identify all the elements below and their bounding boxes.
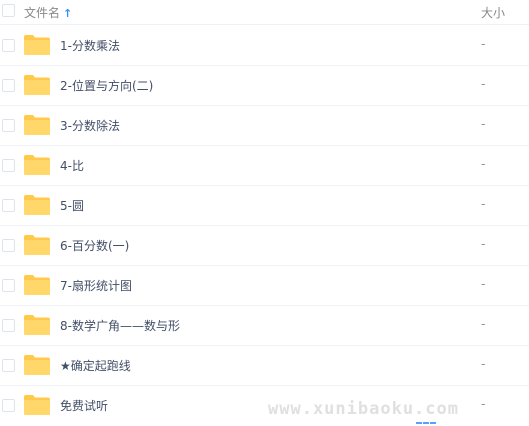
file-row[interactable]: 3-分数除法 - — [0, 105, 529, 146]
file-name[interactable]: 6-百分数(一) — [60, 237, 129, 254]
row-checkbox[interactable] — [2, 39, 15, 52]
folder-icon — [24, 75, 50, 95]
file-size: - — [481, 197, 486, 211]
file-size: - — [481, 77, 486, 91]
file-row[interactable]: ★确定起跑线 - — [0, 345, 529, 386]
file-name[interactable]: 4-比 — [60, 157, 84, 174]
file-size: - — [481, 317, 486, 331]
file-name[interactable]: 免费试听 — [60, 397, 108, 414]
dashed-marker — [416, 422, 436, 426]
file-row[interactable]: 2-位置与方向(二) - — [0, 65, 529, 106]
file-row[interactable]: 7-扇形统计图 - — [0, 265, 529, 306]
row-checkbox[interactable] — [2, 319, 15, 332]
folder-icon — [24, 355, 50, 375]
file-name[interactable]: 3-分数除法 — [60, 117, 120, 134]
column-header-name[interactable]: 文件名 ↑ — [24, 4, 72, 21]
file-row[interactable]: 5-圆 - — [0, 185, 529, 226]
row-checkbox[interactable] — [2, 79, 15, 92]
row-checkbox[interactable] — [2, 119, 15, 132]
folder-icon — [24, 395, 50, 415]
file-size: - — [481, 117, 486, 131]
file-size: - — [481, 277, 486, 291]
folder-icon — [24, 315, 50, 335]
row-checkbox[interactable] — [2, 359, 15, 372]
file-name[interactable]: 8-数学广角——数与形 — [60, 317, 180, 334]
row-checkbox[interactable] — [2, 239, 15, 252]
folder-icon — [24, 235, 50, 255]
file-size: - — [481, 357, 486, 371]
folder-icon — [24, 275, 50, 295]
folder-icon — [24, 115, 50, 135]
folder-icon — [24, 195, 50, 215]
row-checkbox[interactable] — [2, 279, 15, 292]
watermark-text: www.xunibaoku.com — [268, 399, 459, 419]
select-all-checkbox[interactable] — [2, 4, 15, 17]
file-size: - — [481, 157, 486, 171]
sort-arrow-up-icon[interactable]: ↑ — [63, 7, 72, 20]
row-checkbox[interactable] — [2, 399, 15, 412]
row-checkbox[interactable] — [2, 199, 15, 212]
file-name[interactable]: 7-扇形统计图 — [60, 277, 132, 294]
folder-icon — [24, 155, 50, 175]
file-size: - — [481, 37, 486, 51]
file-name[interactable]: ★确定起跑线 — [60, 357, 131, 374]
file-list-header: 文件名 ↑ 大小 — [0, 0, 529, 25]
column-header-size[interactable]: 大小 — [481, 4, 505, 21]
folder-icon — [24, 35, 50, 55]
file-size: - — [481, 397, 486, 411]
file-row[interactable]: 8-数学广角——数与形 - — [0, 305, 529, 346]
file-name[interactable]: 5-圆 — [60, 197, 84, 214]
file-size: - — [481, 237, 486, 251]
file-name[interactable]: 1-分数乘法 — [60, 37, 120, 54]
file-row[interactable]: 1-分数乘法 - — [0, 25, 529, 66]
row-checkbox[interactable] — [2, 159, 15, 172]
file-name[interactable]: 2-位置与方向(二) — [60, 77, 153, 94]
file-row[interactable]: 6-百分数(一) - — [0, 225, 529, 266]
file-row[interactable]: 4-比 - — [0, 145, 529, 186]
